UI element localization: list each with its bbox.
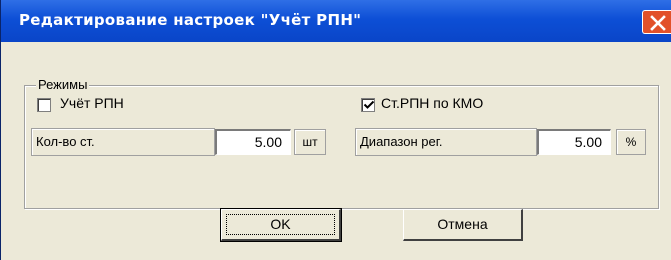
window-title: Редактирование настроек "Учёт РПН" (19, 11, 362, 29)
close-button[interactable] (642, 10, 671, 34)
step-count-unit: шт (294, 129, 326, 155)
kmo-rpn-label[interactable]: Ст.РПН по КМО (381, 95, 483, 111)
step-count-input[interactable]: 5.00 (215, 129, 291, 155)
ok-button[interactable]: OK (220, 208, 342, 242)
rpn-accounting-label[interactable]: Учёт РПН (60, 95, 124, 111)
cancel-button-label: Отмена (437, 216, 488, 232)
regulation-range-label: Диапазон рег. (355, 128, 537, 156)
regulation-range-unit: % (616, 129, 646, 155)
dialog-window: Редактирование настроек "Учёт РПН" Режим… (0, 0, 671, 260)
modes-groupbox: Режимы Учёт РПН Ст.РПН по КМО Кол-во ст.… (24, 77, 659, 209)
checkmark-icon (363, 100, 375, 109)
close-icon (650, 15, 666, 31)
modes-group-label: Режимы (36, 77, 90, 92)
cancel-button[interactable]: Отмена (403, 209, 523, 241)
title-bar[interactable]: Редактирование настроек "Учёт РПН" (1, 0, 671, 42)
regulation-range-input[interactable]: 5.00 (537, 129, 611, 155)
focus-rectangle (226, 214, 335, 235)
kmo-rpn-checkbox[interactable] (361, 98, 375, 112)
rpn-accounting-checkbox[interactable] (37, 98, 51, 112)
step-count-label: Кол-во ст. (31, 128, 215, 156)
dialog-body: Режимы Учёт РПН Ст.РПН по КМО Кол-во ст.… (1, 42, 671, 260)
